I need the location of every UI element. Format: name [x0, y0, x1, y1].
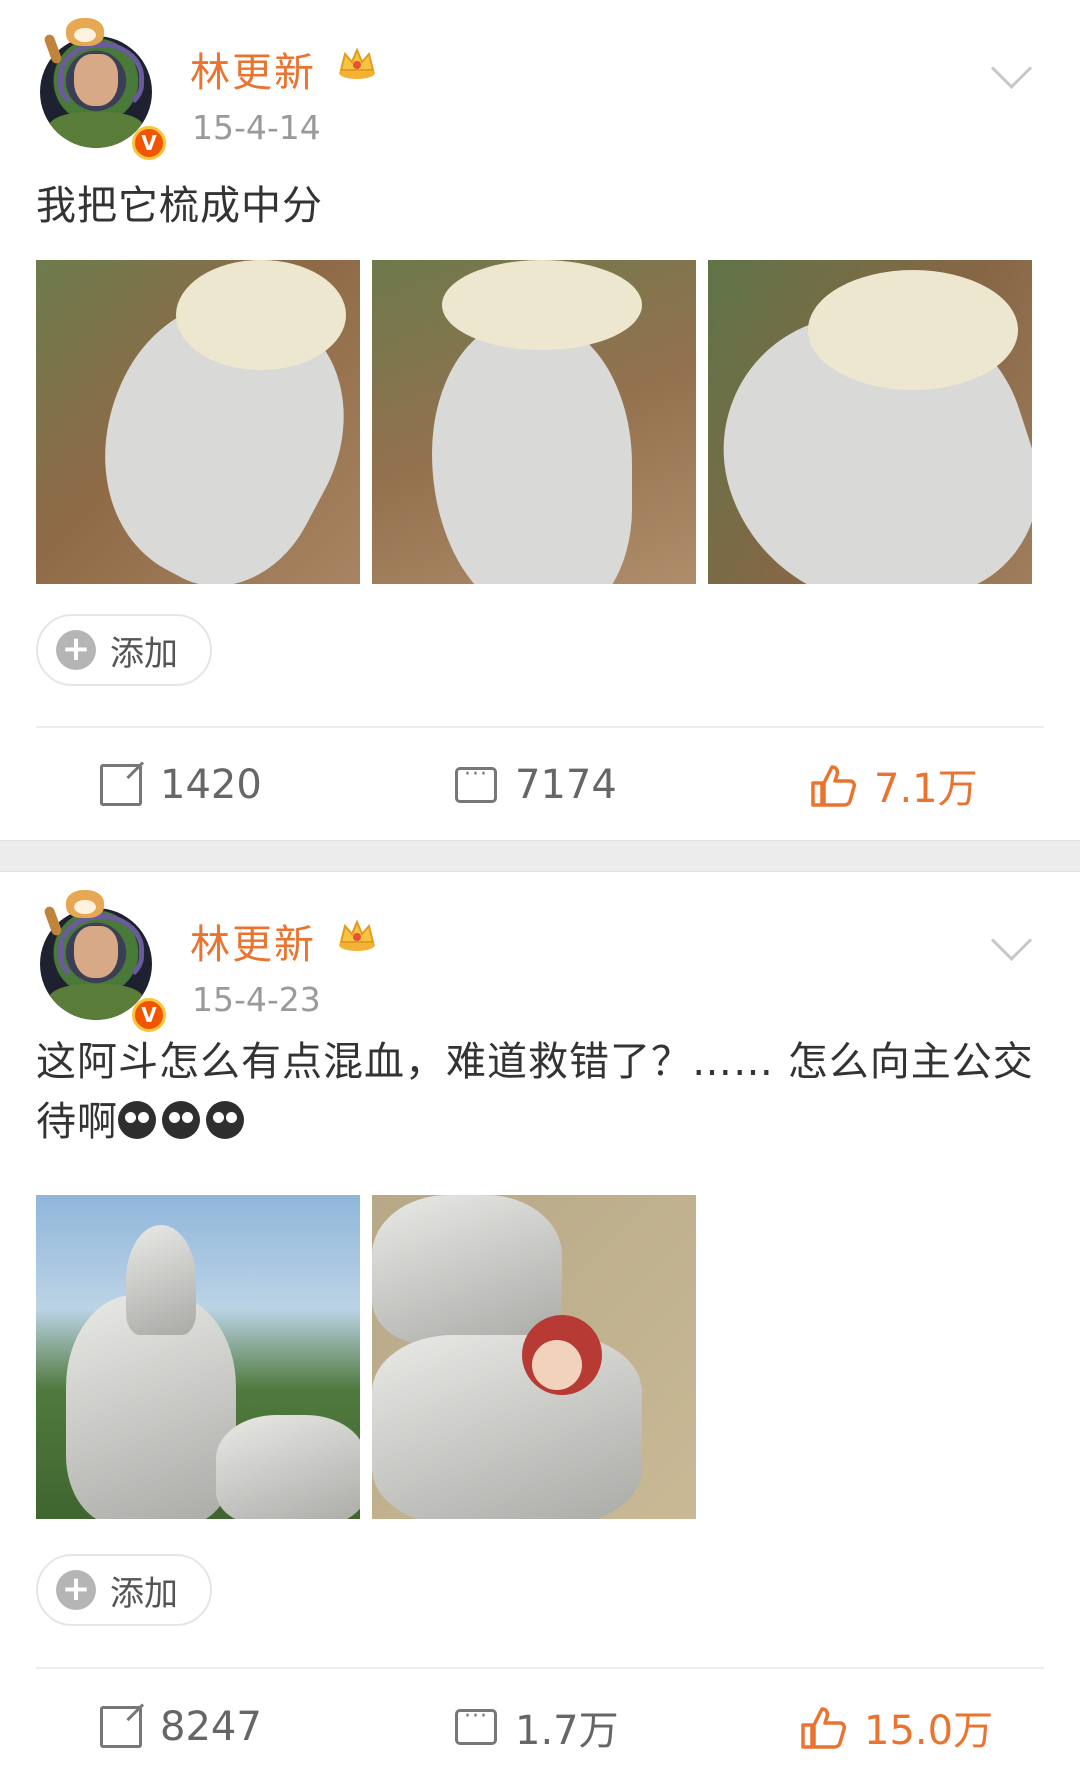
verified-badge-icon: V — [132, 998, 166, 1032]
chevron-down-icon[interactable] — [990, 919, 1033, 962]
horse-photo-3[interactable] — [708, 260, 1032, 584]
photo-grid — [36, 260, 1032, 584]
add-button[interactable]: + 添加 — [36, 1554, 212, 1626]
crying-emoji-icon — [206, 1101, 244, 1139]
add-label: 添加 — [110, 633, 178, 674]
repost-count: 1420 — [160, 762, 262, 808]
like-icon — [811, 765, 856, 807]
horse-photo-2[interactable] — [372, 260, 696, 584]
post-timestamp: 15-4-14 — [192, 108, 321, 147]
add-button[interactable]: + 添加 — [36, 614, 212, 686]
add-label: 添加 — [110, 1573, 178, 1614]
post-timestamp: 15-4-23 — [192, 980, 321, 1019]
crown-icon — [339, 919, 375, 951]
verified-badge-icon: V — [132, 126, 166, 160]
post-separator — [0, 840, 1080, 872]
comment-icon — [455, 762, 497, 803]
action-bar: 8247 1.7万 15.0万 — [0, 1692, 1080, 1762]
armor-photo-2[interactable] — [372, 1195, 696, 1519]
add-icon: + — [56, 1570, 96, 1610]
weibo-feed: V 林更新 15-4-14 我把它梳成中分 + 添加 1420 ··· 7174… — [0, 0, 1080, 1769]
like-button[interactable]: 15.0万 — [800, 1692, 993, 1762]
divider — [36, 1667, 1044, 1669]
crown-icon — [339, 47, 375, 79]
repost-button[interactable]: 8247 — [100, 1692, 262, 1762]
action-bar: 1420 7174 7.1万 — [0, 750, 1080, 820]
comment-icon — [455, 1704, 497, 1745]
username[interactable]: 林更新 — [190, 40, 316, 98]
like-button[interactable]: 7.1万 — [810, 750, 978, 820]
crying-emoji-icon — [162, 1101, 200, 1139]
comment-button[interactable]: 1.7万 — [455, 1692, 619, 1762]
like-count: 7.1万 — [874, 766, 978, 812]
chevron-down-icon[interactable] — [990, 47, 1033, 90]
repost-icon — [100, 764, 142, 806]
post-card: V 林更新 15-4-23 这阿斗怎么有点混血，难道救错了？…… 怎么向主公交待… — [0, 872, 1080, 1769]
armor-photo-1[interactable] — [36, 1195, 360, 1519]
photo-grid — [36, 1195, 696, 1519]
like-icon — [801, 1707, 846, 1749]
horse-photo-1[interactable] — [36, 260, 360, 584]
avatar-pendant-icon — [43, 886, 106, 937]
comment-count: 1.7万 — [515, 1708, 619, 1754]
post-text: 这阿斗怎么有点混血，难道救错了？…… 怎么向主公交待啊 — [36, 1032, 1036, 1152]
repost-button[interactable]: 1420 — [100, 750, 262, 820]
crying-emoji-icon — [118, 1101, 156, 1139]
add-icon: + — [56, 630, 96, 670]
post-card: V 林更新 15-4-14 我把它梳成中分 + 添加 1420 ··· 7174… — [0, 0, 1080, 840]
username[interactable]: 林更新 — [190, 912, 316, 970]
like-count: 15.0万 — [864, 1708, 994, 1754]
avatar-pendant-icon — [43, 14, 106, 65]
comment-button[interactable]: 7174 — [455, 750, 617, 820]
avatar[interactable]: V — [26, 884, 166, 1032]
divider — [36, 726, 1044, 728]
comment-count: 7174 — [515, 762, 617, 808]
post-text: 我把它梳成中分 — [36, 183, 323, 229]
repost-count: 8247 — [160, 1704, 262, 1750]
repost-icon — [100, 1706, 142, 1748]
avatar[interactable]: V — [26, 12, 166, 160]
